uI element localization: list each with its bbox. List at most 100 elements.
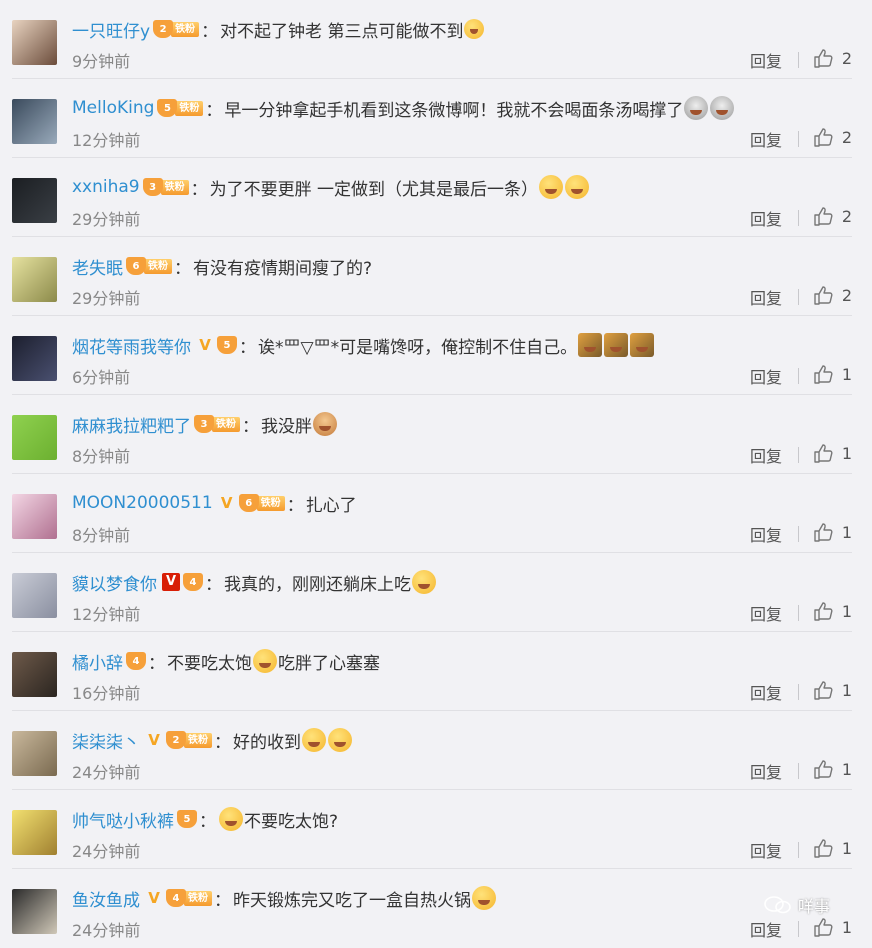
like-button[interactable]: 1 bbox=[812, 757, 852, 781]
iron-fan-label: 铁粉 bbox=[144, 258, 172, 274]
emoji-icon bbox=[219, 807, 243, 831]
reply-button[interactable]: 回复 bbox=[750, 601, 782, 625]
crown-icon: 5 bbox=[177, 810, 197, 828]
fan-badge: 4 铁粉 bbox=[166, 889, 212, 907]
reply-button[interactable]: 回复 bbox=[750, 680, 782, 704]
like-button[interactable]: 1 bbox=[812, 599, 852, 623]
username-link[interactable]: 麻麻我拉粑粑了 bbox=[72, 412, 191, 437]
emoji-icon bbox=[313, 412, 337, 436]
reply-button[interactable]: 回复 bbox=[750, 48, 782, 72]
v-icon: V bbox=[148, 889, 160, 907]
username-link[interactable]: xxniha9 bbox=[72, 177, 140, 197]
reply-button[interactable]: 回复 bbox=[750, 443, 782, 467]
username-link[interactable]: MelloKing bbox=[72, 98, 154, 118]
reply-button[interactable]: 回复 bbox=[750, 127, 782, 151]
comment-text: 好的收到 bbox=[233, 732, 301, 753]
fan-level: 5 bbox=[163, 103, 171, 114]
emoji-icon bbox=[578, 333, 603, 357]
avatar[interactable] bbox=[12, 731, 57, 776]
username-link[interactable]: MOON20000511 bbox=[72, 493, 213, 513]
fan-badge: 3 铁粉 bbox=[194, 415, 240, 433]
comment-item: 麻麻我拉粑粑了 3 铁粉 ： 我没胖 8分钟前 回复 1 bbox=[0, 395, 872, 474]
username-link[interactable]: 鱼汝鱼成 bbox=[72, 886, 140, 911]
comment-text: 早一分钟拿起手机看到这条微博啊！我就不会喝面条汤喝撑了 bbox=[224, 100, 684, 121]
iron-fan-label: 铁粉 bbox=[256, 495, 285, 511]
divider bbox=[798, 368, 799, 384]
avatar[interactable] bbox=[12, 336, 57, 381]
like-button[interactable]: 2 bbox=[812, 204, 852, 228]
thumbs-up-icon bbox=[814, 760, 833, 779]
avatar[interactable] bbox=[12, 889, 57, 934]
comment-item: 老失眠 6 铁粉 ： 有没有疫情期间瘦了的? 29分钟前 回复 2 bbox=[0, 237, 872, 316]
thumbs-up-icon bbox=[814, 365, 833, 384]
crown-icon: 6 bbox=[126, 257, 146, 275]
fan-level: 5 bbox=[223, 340, 231, 351]
like-button[interactable]: 1 bbox=[812, 678, 852, 702]
reply-button[interactable]: 回复 bbox=[750, 364, 782, 388]
timestamp: 24分钟前 bbox=[72, 763, 141, 782]
fan-level: 4 bbox=[132, 656, 140, 667]
watermark-text: 咩事 bbox=[798, 897, 831, 916]
thumbs-up-icon bbox=[814, 444, 833, 463]
like-button[interactable]: 2 bbox=[812, 283, 852, 307]
v-icon: V bbox=[199, 336, 211, 354]
crown-icon: 3 bbox=[194, 415, 214, 433]
iron-fan-label: 铁粉 bbox=[160, 179, 189, 195]
username-link[interactable]: 橘小辞 bbox=[72, 649, 123, 674]
avatar[interactable] bbox=[12, 573, 57, 618]
fan-badge: 2 铁粉 bbox=[153, 20, 200, 38]
comment-line: 老失眠 6 铁粉 ： 有没有疫情期间瘦了的? bbox=[72, 253, 372, 279]
thumbs-up-icon bbox=[814, 207, 833, 226]
like-count: 1 bbox=[841, 601, 852, 621]
timestamp: 16分钟前 bbox=[72, 684, 141, 703]
thumbs-up-icon bbox=[814, 602, 833, 621]
comment-line: 麻麻我拉粑粑了 3 铁粉 ： 我没胖 bbox=[72, 411, 338, 437]
like-button[interactable]: 1 bbox=[812, 915, 852, 939]
thumbs-up-icon bbox=[814, 286, 833, 305]
username-link[interactable]: 一只旺仔y bbox=[72, 17, 150, 42]
reply-button[interactable]: 回复 bbox=[750, 522, 782, 546]
like-button[interactable]: 2 bbox=[812, 46, 852, 70]
reply-button[interactable]: 回复 bbox=[750, 285, 782, 309]
reply-button[interactable]: 回复 bbox=[750, 917, 782, 941]
v-icon: V bbox=[220, 494, 233, 512]
watermark: 咩事 bbox=[764, 893, 830, 917]
emoji-icon bbox=[710, 96, 735, 120]
username-link[interactable]: 烟花等雨我等你 bbox=[72, 333, 191, 358]
avatar[interactable] bbox=[12, 415, 57, 460]
avatar[interactable] bbox=[12, 178, 57, 223]
avatar[interactable] bbox=[12, 810, 57, 855]
crown-icon: 3 bbox=[142, 178, 163, 196]
avatar[interactable] bbox=[12, 494, 57, 539]
iron-fan-label: 铁粉 bbox=[184, 732, 212, 748]
colon: ： bbox=[205, 574, 222, 595]
comment-item: MelloKing 5 铁粉 ： 早一分钟拿起手机看到这条微博啊！我就不会喝面条… bbox=[0, 79, 872, 158]
iron-fan-label: 铁粉 bbox=[175, 100, 204, 116]
username-link[interactable]: 貘以梦食你 bbox=[72, 570, 157, 595]
reply-button[interactable]: 回复 bbox=[750, 206, 782, 230]
avatar[interactable] bbox=[12, 257, 57, 302]
like-button[interactable]: 1 bbox=[812, 520, 852, 544]
avatar[interactable] bbox=[12, 20, 57, 65]
comment-text: 有没有疫情期间瘦了的? bbox=[193, 258, 373, 279]
username-link[interactable]: 帅气哒小秋裤 bbox=[72, 807, 174, 832]
like-button[interactable]: 1 bbox=[812, 441, 852, 465]
avatar[interactable] bbox=[12, 99, 57, 144]
like-button[interactable]: 1 bbox=[812, 362, 852, 386]
colon: ： bbox=[205, 100, 223, 121]
avatar[interactable] bbox=[12, 652, 57, 697]
crown-icon: 2 bbox=[166, 731, 186, 749]
username-link[interactable]: 柒柒柒丶 bbox=[72, 728, 140, 753]
colon: ： bbox=[201, 21, 219, 42]
divider bbox=[798, 52, 799, 68]
fan-badge: 4 bbox=[183, 573, 203, 591]
colon: ： bbox=[286, 495, 304, 516]
username-link[interactable]: 老失眠 bbox=[72, 254, 123, 279]
timestamp: 24分钟前 bbox=[72, 921, 141, 940]
reply-button[interactable]: 回复 bbox=[750, 838, 782, 862]
like-button[interactable]: 2 bbox=[812, 125, 852, 149]
fan-level: 5 bbox=[183, 814, 191, 825]
like-button[interactable]: 1 bbox=[812, 836, 852, 860]
iron-fan-label: 铁粉 bbox=[212, 416, 240, 432]
reply-button[interactable]: 回复 bbox=[750, 759, 782, 783]
